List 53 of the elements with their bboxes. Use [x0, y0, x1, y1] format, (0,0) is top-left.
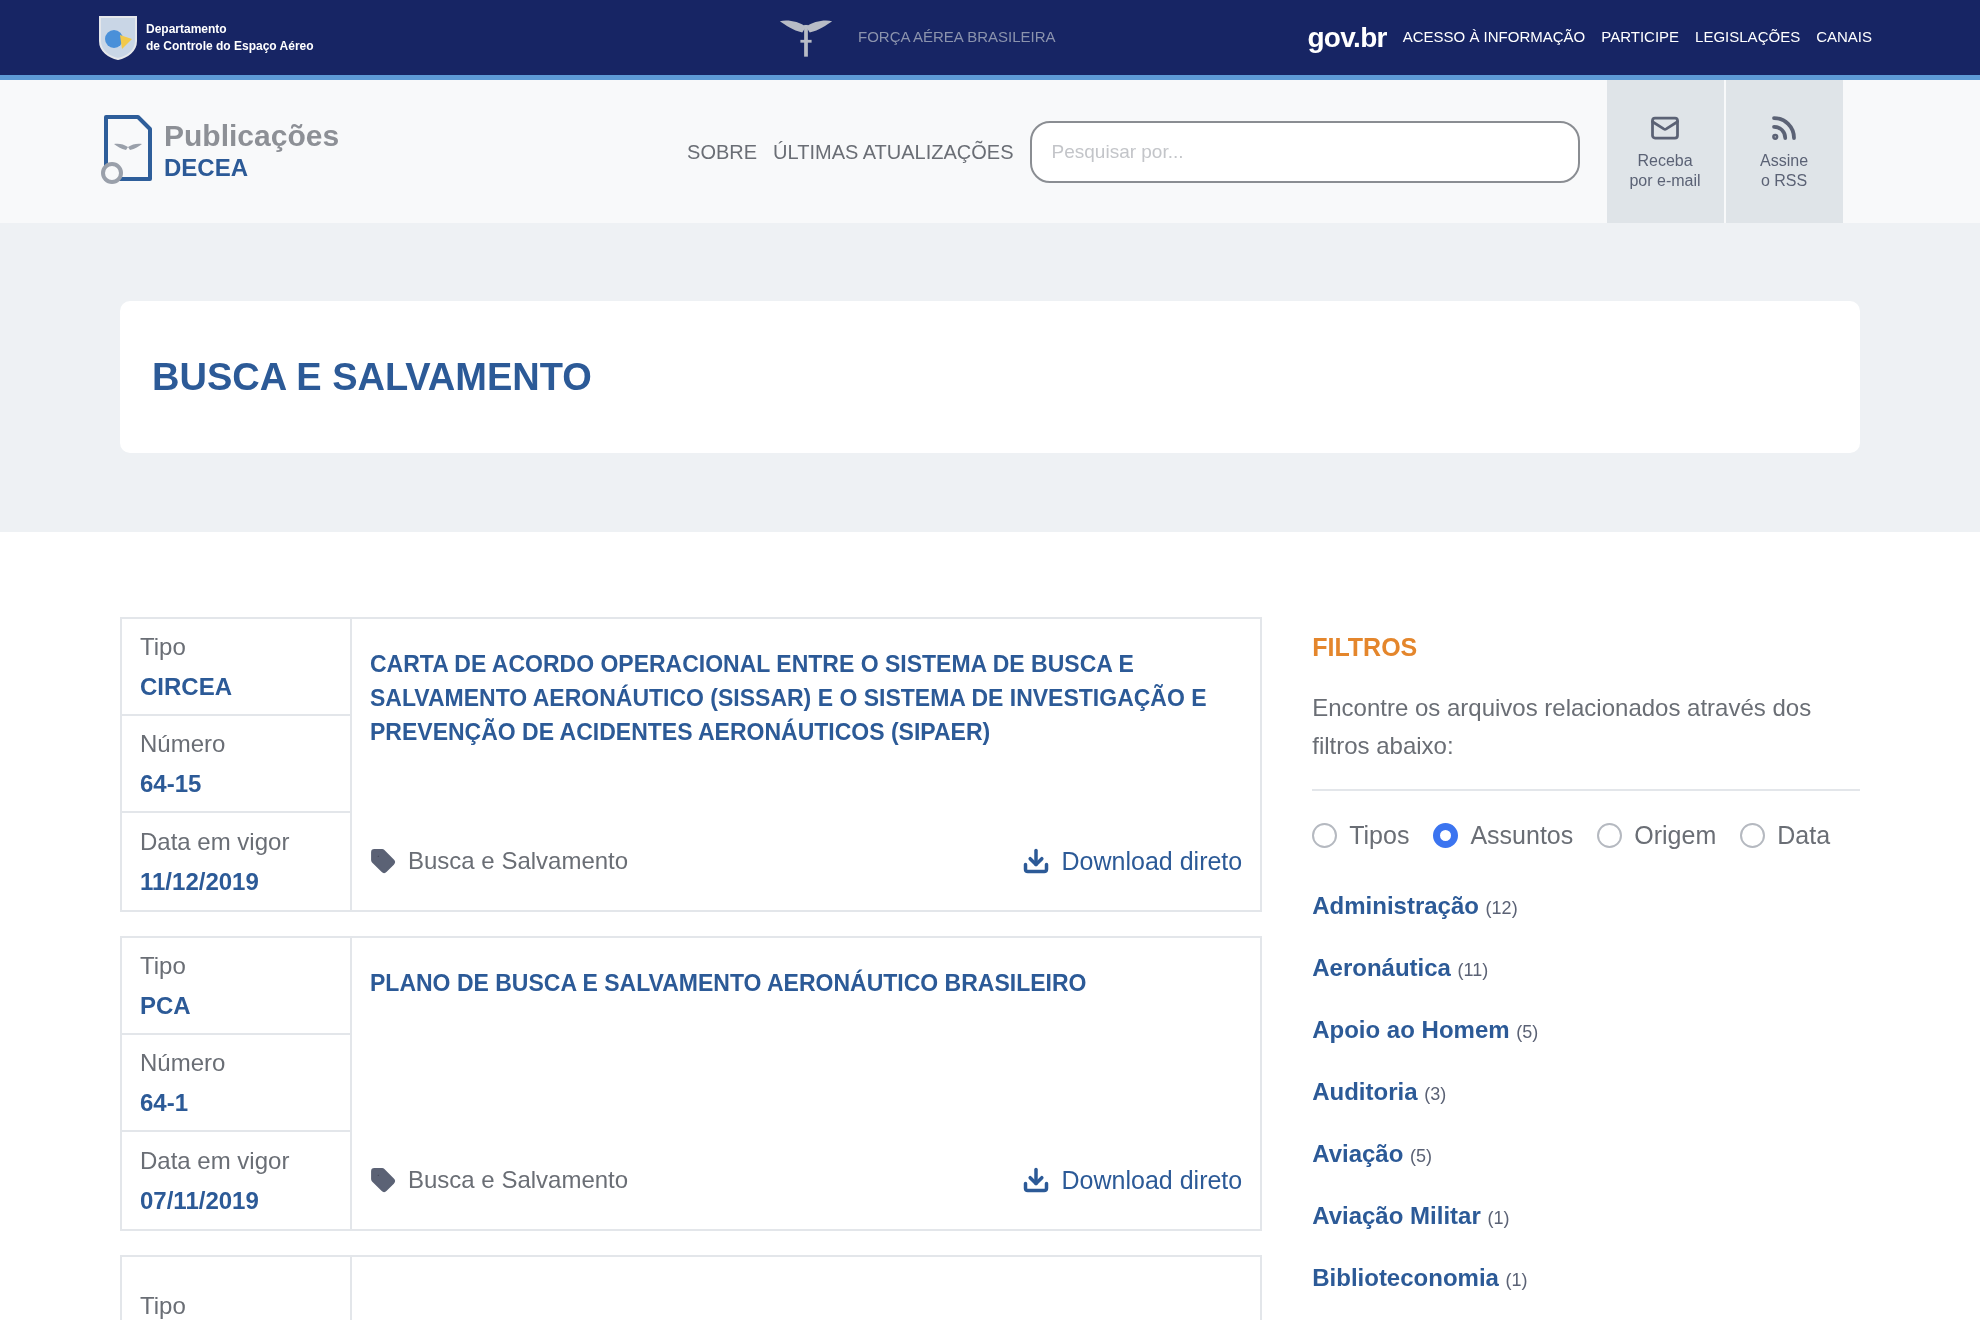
site-subtitle: DECEA	[164, 152, 249, 183]
top-nav-link[interactable]: PARTICIPE	[1601, 26, 1680, 49]
subject-filter-link[interactable]: Aviação (5)	[1312, 1136, 1860, 1172]
field-label: Data em vigor	[140, 1145, 291, 1176]
field-label: Tipo	[140, 950, 187, 981]
subject-filter-link[interactable]: Biblioteconomia (1)	[1312, 1260, 1860, 1296]
field-label: Número	[140, 728, 227, 759]
tag-icon	[370, 1167, 396, 1194]
search-field[interactable]: Pesquisar por...	[1029, 120, 1580, 183]
field-value: PCA	[140, 990, 192, 1021]
download-icon	[1021, 847, 1050, 876]
filter-radio[interactable]: Tipos	[1312, 816, 1410, 854]
shield-emblem-icon	[98, 14, 138, 61]
field-value: 64-1	[140, 1087, 190, 1118]
header-nav-link[interactable]: ÚLTIMAS ATUALIZAÇÕES	[773, 136, 1014, 167]
field-value: 64-15	[140, 768, 203, 799]
subscribe-button[interactable]: Assine o RSS	[1725, 80, 1843, 223]
publication-title[interactable]: PLANO DE BUSCA E SALVAMENTO AERONÁUTICO BRASILEIRO	[370, 966, 1243, 1000]
header-nav-link[interactable]: SOBRE	[687, 136, 758, 167]
top-nav-link[interactable]: LEGISLAÇÕES	[1695, 26, 1801, 49]
download-link[interactable]: Download direto	[1021, 1161, 1243, 1199]
field-label: Tipo	[140, 631, 187, 662]
subject-tag[interactable]: Busca e Salvamento	[408, 1162, 629, 1199]
air-force-label: FORÇA AÉREA BRASILEIRA	[858, 27, 1056, 48]
field-value: 07/11/2019	[140, 1185, 260, 1216]
tag-icon	[370, 848, 396, 875]
subject-filter-link[interactable]: Aeronáutica (11)	[1312, 950, 1860, 986]
top-nav-link[interactable]: CANAIS	[1816, 26, 1872, 49]
download-link[interactable]: Download direto	[1021, 842, 1243, 880]
field-label: Número	[140, 1047, 227, 1078]
subject-filter-link[interactable]: Auditoria (3)	[1312, 1074, 1860, 1110]
subject-filter-link[interactable]: Apoio ao Homem (5)	[1312, 1012, 1860, 1048]
publication-title[interactable]: CARTA DE ACORDO OPERACIONAL ENTRE O SISTEMA DE BUSCA E SALVAMENTO AERONÁUTICO (SISSAR) E O SISTEMA DE INVESTIGAÇÃO E PREVENÇÃO DE ACIDENTES AERONÁUTICOS (SIPAER)	[370, 647, 1243, 749]
gov-logo[interactable]: gov.br	[1307, 16, 1387, 59]
top-nav-link[interactable]: ACESSO À INFORMAÇÃO	[1402, 26, 1586, 49]
subject-tag[interactable]: Busca e Salvamento	[408, 843, 629, 880]
subject-filter-link[interactable]: Aviação Militar (1)	[1312, 1198, 1860, 1234]
download-icon	[1021, 1166, 1050, 1195]
subscribe-button[interactable]: Receba por e-mail	[1606, 80, 1724, 223]
subject-filter-link[interactable]: Administração (12)	[1312, 888, 1860, 924]
org-name: de Controle do Espaço Aéreo	[146, 37, 314, 55]
field-value: 11/12/2019	[140, 866, 260, 897]
filters-description: Encontre os arquivos relacionados através dos filtros abaixo:	[1312, 692, 1813, 761]
filter-radio[interactable]: Data	[1740, 816, 1831, 854]
page-title: BUSCA E SALVAMENTO	[152, 354, 592, 400]
filters-heading: FILTROS	[1312, 632, 1419, 663]
field-value: CIRCEA	[140, 671, 233, 702]
field-label: Tipo	[140, 1290, 187, 1320]
site-title: Publicações	[164, 119, 340, 152]
field-label: Data em vigor	[140, 826, 291, 857]
filter-radio[interactable]: Assuntos	[1433, 816, 1574, 854]
org-name: Departamento	[146, 20, 228, 38]
filter-radio[interactable]: Origem	[1597, 816, 1717, 854]
